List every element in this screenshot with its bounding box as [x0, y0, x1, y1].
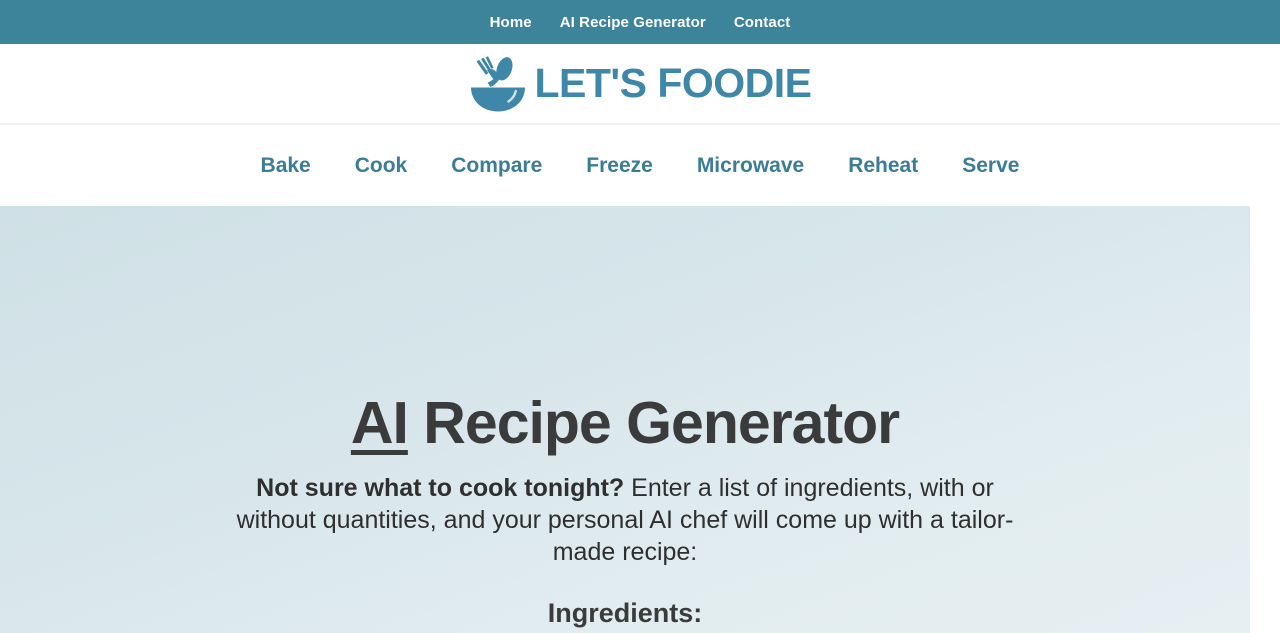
bowl-fork-spoon-icon: [471, 55, 526, 111]
page-title-rest: Recipe Generator: [407, 390, 900, 456]
category-link-freeze[interactable]: Freeze: [586, 154, 653, 178]
nav-link-ai-recipe-generator[interactable]: AI Recipe Generator: [560, 14, 706, 31]
hero-subtitle-bold: Not sure what to cook tonight?: [256, 473, 625, 502]
nav-link-home[interactable]: Home: [490, 14, 532, 31]
hero-subtitle: Not sure what to cook tonight? Enter a l…: [230, 472, 1020, 568]
category-link-bake[interactable]: Bake: [261, 154, 311, 178]
top-utility-bar: Home AI Recipe Generator Contact: [0, 0, 1280, 44]
category-link-reheat[interactable]: Reheat: [848, 154, 918, 178]
hero-section: AI Recipe Generator Not sure what to coo…: [0, 206, 1250, 633]
category-link-cook[interactable]: Cook: [355, 154, 408, 178]
page-title: AI Recipe Generator: [0, 390, 1250, 456]
category-link-serve[interactable]: Serve: [962, 154, 1019, 178]
hero-section-wrapper: AI Recipe Generator Not sure what to coo…: [0, 206, 1280, 633]
logo-wordmark: LET'S FOODIE: [534, 60, 812, 106]
logo[interactable]: LET'S FOODIE: [468, 55, 812, 112]
nav-link-contact[interactable]: Contact: [734, 14, 791, 31]
category-navigation: Bake Cook Compare Freeze Microwave Rehea…: [0, 125, 1280, 206]
category-link-compare[interactable]: Compare: [451, 154, 542, 178]
primary-navigation: Home AI Recipe Generator Contact: [490, 14, 791, 31]
page-title-highlight: AI: [350, 390, 409, 456]
site-header: LET'S FOODIE: [0, 44, 1280, 125]
category-link-microwave[interactable]: Microwave: [697, 154, 804, 178]
category-navigation-list: Bake Cook Compare Freeze Microwave Rehea…: [261, 154, 1020, 178]
ingredients-label: Ingredients:: [547, 597, 703, 628]
